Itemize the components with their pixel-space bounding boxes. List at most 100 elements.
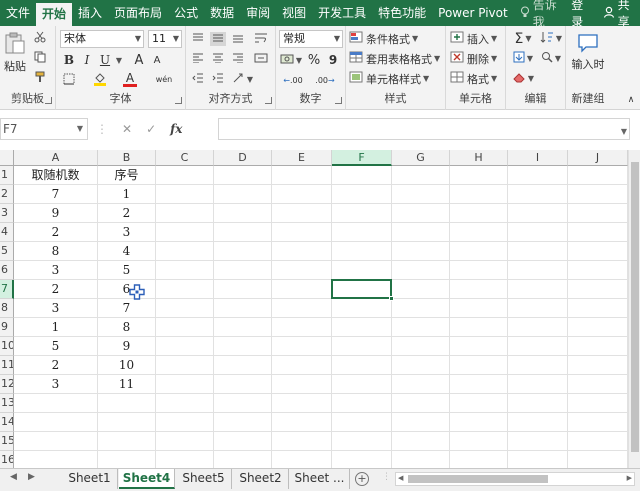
add-sheet-button[interactable]: + xyxy=(355,472,369,486)
wrap-text-button[interactable] xyxy=(252,32,270,46)
comma-style-button[interactable]: 9 xyxy=(326,52,340,68)
align-top-button[interactable] xyxy=(190,32,206,46)
orientation-button[interactable]: ▼ xyxy=(232,72,254,86)
horizontal-scrollbar[interactable]: ◀ ▶ xyxy=(395,472,635,486)
cell-a1[interactable]: 取随机数 xyxy=(14,166,98,185)
cell-j4[interactable] xyxy=(568,223,628,242)
align-left-button[interactable] xyxy=(190,52,206,66)
row-header-4[interactable]: 4 xyxy=(0,223,14,242)
cell-g13[interactable] xyxy=(392,394,450,413)
cell-j7[interactable] xyxy=(568,280,628,299)
cell-g1[interactable] xyxy=(392,166,450,185)
menu-insert[interactable]: 插入 xyxy=(72,0,108,26)
menu-home[interactable]: 开始 xyxy=(36,3,73,26)
cell-e11[interactable] xyxy=(272,356,332,375)
cell-c9[interactable] xyxy=(156,318,214,337)
menu-file[interactable]: 文件 xyxy=(0,0,36,26)
row-header-5[interactable]: 5 xyxy=(0,242,14,261)
increase-decimal-button[interactable]: ← .00 xyxy=(279,72,307,88)
cell-d4[interactable] xyxy=(214,223,272,242)
cell-f2[interactable] xyxy=(332,185,392,204)
bold-button[interactable]: B xyxy=(62,52,76,68)
cell-i8[interactable] xyxy=(508,299,568,318)
column-header-i[interactable]: I xyxy=(508,150,568,166)
cell-j16[interactable] xyxy=(568,451,628,468)
column-header-a[interactable]: A xyxy=(14,150,98,166)
cell-i6[interactable] xyxy=(508,261,568,280)
select-all-button[interactable] xyxy=(0,150,14,166)
format-cells-button[interactable]: 格式 ▼ xyxy=(450,70,504,87)
cell-b10[interactable]: 9 xyxy=(98,337,156,356)
cell-e1[interactable] xyxy=(272,166,332,185)
cell-h6[interactable] xyxy=(450,261,508,280)
cell-e3[interactable] xyxy=(272,204,332,223)
cell-h16[interactable] xyxy=(450,451,508,468)
cut-button[interactable] xyxy=(32,30,48,46)
cell-i13[interactable] xyxy=(508,394,568,413)
tab-split-icon[interactable]: ⋮ xyxy=(382,472,391,482)
format-as-table-button[interactable]: 套用表格格式 ▼ xyxy=(349,50,443,67)
cell-h15[interactable] xyxy=(450,432,508,451)
chevron-down-icon[interactable]: ▼ xyxy=(621,127,627,136)
cell-a14[interactable] xyxy=(14,413,98,432)
cell-i16[interactable] xyxy=(508,451,568,468)
cell-f5[interactable] xyxy=(332,242,392,261)
cell-e8[interactable] xyxy=(272,299,332,318)
cell-i15[interactable] xyxy=(508,432,568,451)
cell-b8[interactable]: 7 xyxy=(98,299,156,318)
cell-a16[interactable] xyxy=(14,451,98,468)
cell-c6[interactable] xyxy=(156,261,214,280)
cell-a4[interactable]: 2 xyxy=(14,223,98,242)
percent-style-button[interactable]: % xyxy=(307,52,321,68)
cell-f16[interactable] xyxy=(332,451,392,468)
font-shrink-button[interactable]: A xyxy=(150,52,164,68)
menu-developer[interactable]: 开发工具 xyxy=(312,0,372,26)
cell-a9[interactable]: 1 xyxy=(14,318,98,337)
enter-formula-button[interactable]: ✓ xyxy=(146,122,156,136)
cell-j13[interactable] xyxy=(568,394,628,413)
scroll-right-icon[interactable]: ▶ xyxy=(627,474,632,482)
align-center-button[interactable] xyxy=(210,52,226,66)
menu-formulas[interactable]: 公式 xyxy=(168,0,204,26)
borders-button[interactable] xyxy=(60,72,78,88)
sheet-tab-sheet1[interactable]: Sheet1 xyxy=(62,469,118,489)
cell-a3[interactable]: 9 xyxy=(14,204,98,223)
row-header-2[interactable]: 2 xyxy=(0,185,14,204)
column-header-f[interactable]: F xyxy=(332,150,392,166)
cell-e14[interactable] xyxy=(272,413,332,432)
column-header-b[interactable]: B xyxy=(98,150,156,166)
cell-d11[interactable] xyxy=(214,356,272,375)
menu-power-pivot[interactable]: Power Pivot xyxy=(432,0,514,26)
cell-g16[interactable] xyxy=(392,451,450,468)
scroll-left-icon[interactable]: ◀ xyxy=(398,474,403,482)
cell-e12[interactable] xyxy=(272,375,332,394)
cell-g11[interactable] xyxy=(392,356,450,375)
cell-i1[interactable] xyxy=(508,166,568,185)
menu-review[interactable]: 审阅 xyxy=(240,0,276,26)
cell-d5[interactable] xyxy=(214,242,272,261)
cell-h13[interactable] xyxy=(450,394,508,413)
underline-dropdown[interactable]: ▼ xyxy=(114,52,122,68)
format-painter-button[interactable] xyxy=(32,70,48,86)
cell-g8[interactable] xyxy=(392,299,450,318)
cell-g6[interactable] xyxy=(392,261,450,280)
cell-b14[interactable] xyxy=(98,413,156,432)
cell-c2[interactable] xyxy=(156,185,214,204)
cell-a10[interactable]: 5 xyxy=(14,337,98,356)
cell-d8[interactable] xyxy=(214,299,272,318)
cell-b12[interactable]: 11 xyxy=(98,375,156,394)
vertical-scroll-thumb[interactable] xyxy=(631,162,639,452)
cell-h9[interactable] xyxy=(450,318,508,337)
cell-b3[interactable]: 2 xyxy=(98,204,156,223)
cell-d9[interactable] xyxy=(214,318,272,337)
row-header-8[interactable]: 8 xyxy=(0,299,14,318)
cell-c4[interactable] xyxy=(156,223,214,242)
cell-j14[interactable] xyxy=(568,413,628,432)
cell-j10[interactable] xyxy=(568,337,628,356)
cell-i10[interactable] xyxy=(508,337,568,356)
column-header-e[interactable]: E xyxy=(272,150,332,166)
sheet-tab-sheet4[interactable]: Sheet4 xyxy=(119,469,175,489)
cell-h11[interactable] xyxy=(450,356,508,375)
font-color-button[interactable]: A xyxy=(120,72,140,88)
cell-d1[interactable] xyxy=(214,166,272,185)
